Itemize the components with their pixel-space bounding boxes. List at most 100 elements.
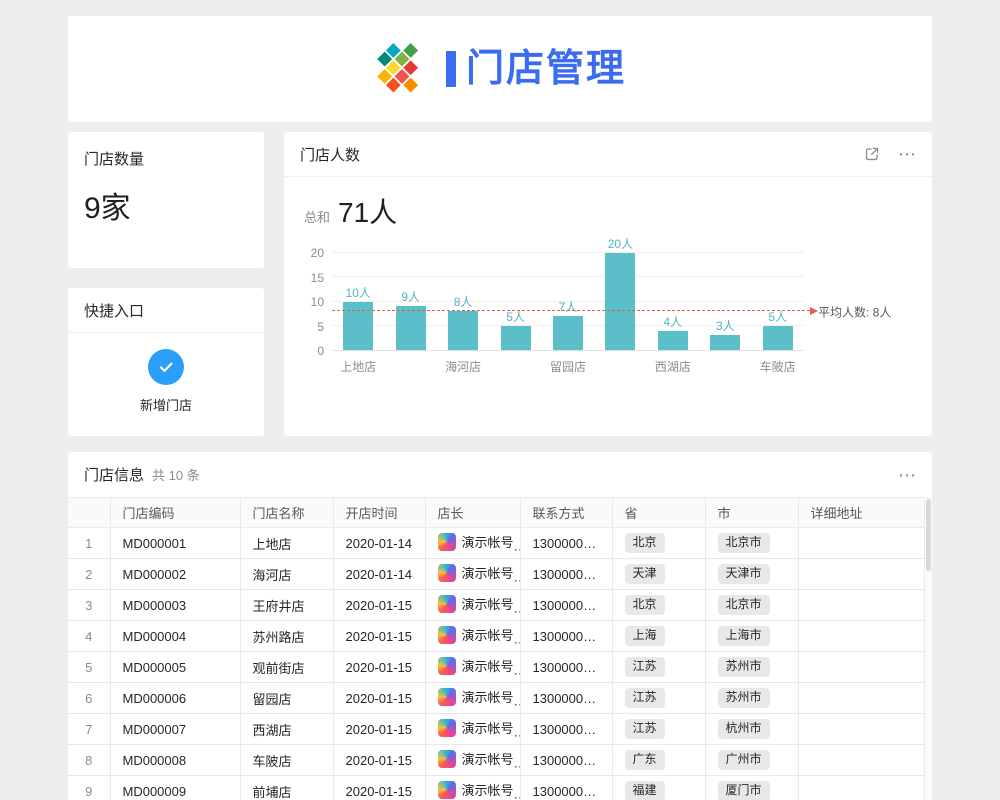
chart-x-labels: 上地店海河店留园店西湖店车陂店 [332, 351, 804, 375]
bar-slot: 9人 [384, 253, 436, 350]
table-row[interactable]: 7MD000007西湖店2020-01-15演示帐号13000000000江苏杭… [68, 714, 924, 745]
open-date: 2020-01-14 [333, 528, 425, 559]
contact-phone: 13000000000 [520, 652, 612, 683]
province-cell: 江苏 [612, 652, 705, 683]
column-header: 开店时间 [333, 498, 425, 528]
manager-avatar-icon [438, 719, 456, 737]
x-axis-label: 车陂店 [752, 358, 804, 375]
province-tag: 江苏 [625, 719, 665, 739]
bar-value-label: 5人 [768, 311, 787, 323]
app-header: 门店管理 [68, 16, 932, 122]
scrollbar-thumb[interactable] [926, 499, 931, 571]
contact-phone: 13000000000 [520, 590, 612, 621]
column-header: 门店编码 [110, 498, 240, 528]
store-name: 上地店 [240, 528, 333, 559]
store-manager: 演示帐号 [425, 745, 520, 776]
store-name: 王府井店 [240, 590, 333, 621]
store-code: MD000001 [110, 528, 240, 559]
contact-phone: 13000000000 [520, 714, 612, 745]
table-row[interactable]: 1MD000001上地店2020-01-14演示帐号13000000000北京北… [68, 528, 924, 559]
row-index: 5 [68, 652, 110, 683]
column-header: 联系方式 [520, 498, 612, 528]
manager-name: 演示帐号 [462, 594, 514, 613]
open-date: 2020-01-15 [333, 683, 425, 714]
store-code: MD000008 [110, 745, 240, 776]
table-row[interactable]: 6MD000006留园店2020-01-15演示帐号13000000000江苏苏… [68, 683, 924, 714]
address-cell [798, 776, 924, 800]
add-store-button[interactable]: 新增门店 [140, 349, 192, 414]
bar-col-4[interactable]: 5人 [501, 326, 531, 350]
bar-留园店[interactable]: 7人 [553, 316, 583, 350]
export-icon[interactable] [864, 146, 880, 162]
city-tag: 苏州市 [718, 657, 770, 677]
table-row[interactable]: 9MD000009前埔店2020-01-15演示帐号13000000000福建厦… [68, 776, 924, 800]
table-row[interactable]: 3MD000003王府井店2020-01-15演示帐号13000000000北京… [68, 590, 924, 621]
bar-col-2[interactable]: 9人 [396, 306, 426, 350]
table-row[interactable]: 8MD000008车陂店2020-01-15演示帐号13000000000广东广… [68, 745, 924, 776]
y-axis-tick: 0 [317, 345, 324, 357]
table-row[interactable]: 5MD000005观前街店2020-01-15演示帐号13000000000江苏… [68, 652, 924, 683]
table-more-icon[interactable]: ⋯ [898, 466, 916, 484]
city-cell: 厦门市 [705, 776, 798, 800]
address-cell [798, 590, 924, 621]
bar-slot: 5人 [752, 253, 804, 350]
city-tag: 上海市 [718, 626, 770, 646]
store-info-card: 门店信息 共 10 条 ⋯ 门店编码门店名称开店时间店长联系方式省市详细地址 1… [68, 452, 932, 800]
province-tag: 上海 [625, 626, 665, 646]
bar-上地店[interactable]: 10人 [343, 302, 373, 351]
city-cell: 广州市 [705, 745, 798, 776]
store-table: 门店编码门店名称开店时间店长联系方式省市详细地址 1MD000001上地店202… [68, 497, 925, 800]
province-tag: 北京 [625, 533, 665, 553]
manager-name: 演示帐号 [462, 625, 514, 644]
bar-value-label: 3人 [716, 320, 735, 332]
manager-avatar-icon [438, 626, 456, 644]
row-index: 4 [68, 621, 110, 652]
y-axis-tick: 5 [317, 321, 324, 333]
x-axis-label [489, 358, 541, 375]
address-cell [798, 745, 924, 776]
bar-车陂店[interactable]: 5人 [763, 326, 793, 350]
bar-value-label: 4人 [664, 316, 683, 328]
bar-西湖店[interactable]: 4人 [658, 331, 688, 350]
table-scrollbar[interactable] [924, 497, 932, 800]
x-axis-label: 西湖店 [647, 358, 699, 375]
bar-slot: 7人 [542, 253, 594, 350]
city-tag: 杭州市 [718, 719, 770, 739]
page-title: 门店管理 [466, 50, 626, 88]
title-accent-bar [446, 51, 456, 87]
open-date: 2020-01-15 [333, 776, 425, 800]
contact-phone: 13000000000 [520, 528, 612, 559]
store-manager: 演示帐号 [425, 714, 520, 745]
address-cell [798, 683, 924, 714]
store-name: 车陂店 [240, 745, 333, 776]
open-date: 2020-01-15 [333, 621, 425, 652]
bar-col-8[interactable]: 3人 [710, 335, 740, 350]
manager-name: 演示帐号 [462, 749, 514, 768]
store-manager: 演示帐号 [425, 559, 520, 590]
table-row[interactable]: 2MD000002海河店2020-01-14演示帐号13000000000天津天… [68, 559, 924, 590]
province-tag: 天津 [625, 564, 665, 584]
bar-slot: 8人 [437, 253, 489, 350]
sum-value: 71人 [338, 191, 397, 231]
bar-海河店[interactable]: 8人 [448, 311, 478, 350]
manager-name: 演示帐号 [462, 780, 514, 799]
bar-col-6[interactable]: 20人 [605, 253, 635, 350]
bar-value-label: 10人 [346, 287, 371, 299]
table-row[interactable]: 4MD000004苏州路店2020-01-15演示帐号13000000000上海… [68, 621, 924, 652]
store-name: 前埔店 [240, 776, 333, 800]
bar-value-label: 20人 [608, 238, 633, 250]
store-name: 苏州路店 [240, 621, 333, 652]
x-axis-label: 留园店 [542, 358, 594, 375]
store-manager: 演示帐号 [425, 776, 520, 800]
city-tag: 厦门市 [718, 781, 770, 800]
bar-slot: 4人 [647, 253, 699, 350]
manager-name: 演示帐号 [462, 718, 514, 737]
open-date: 2020-01-15 [333, 652, 425, 683]
bar-slot: 10人 [332, 253, 384, 350]
store-name: 观前街店 [240, 652, 333, 683]
chart-more-icon[interactable]: ⋯ [898, 145, 916, 163]
province-tag: 北京 [625, 595, 665, 615]
store-manager: 演示帐号 [425, 652, 520, 683]
row-index: 9 [68, 776, 110, 800]
average-line [332, 310, 810, 311]
